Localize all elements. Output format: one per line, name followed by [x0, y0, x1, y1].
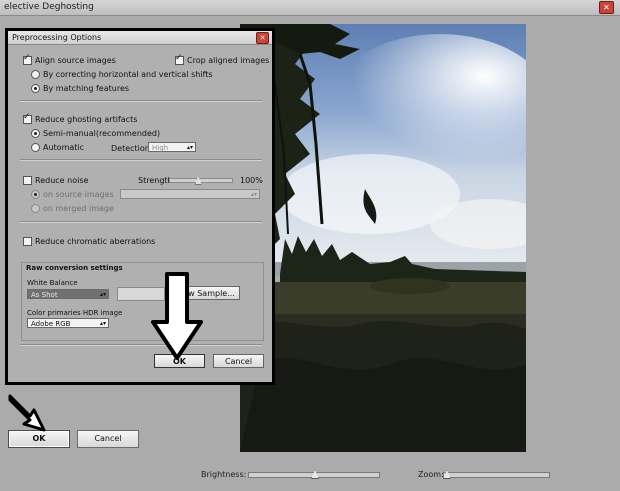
- cancel-button[interactable]: Cancel: [77, 430, 139, 448]
- semi-manual-label: Semi-manual: [43, 129, 96, 138]
- align-features-radio[interactable]: By matching features: [31, 84, 129, 93]
- reduce-noise-checkbox[interactable]: Reduce noise: [23, 176, 88, 185]
- arrow-annotation-icon: [8, 394, 46, 432]
- landscape-photo: [240, 24, 526, 452]
- crop-aligned-checkbox[interactable]: Crop aligned images: [175, 53, 270, 65]
- noise-method-select[interactable]: ▴▾: [120, 189, 260, 199]
- radio-shifts[interactable]: [31, 70, 40, 79]
- automatic-radio[interactable]: Automatic: [31, 143, 84, 152]
- raw-group-title: Raw conversion settings: [26, 264, 123, 272]
- automatic-label: Automatic: [43, 143, 85, 152]
- noise-checkbox-box[interactable]: [23, 176, 32, 185]
- updown-arrow-icon: ▴▾: [250, 191, 257, 198]
- reduce-ghosting-checkbox[interactable]: Reduce ghosting artifacts: [23, 112, 138, 124]
- align-source-checkbox[interactable]: Align source images: [23, 53, 116, 65]
- strength-value: 100%: [240, 176, 263, 185]
- divider: [20, 159, 262, 161]
- radio-features[interactable]: [31, 84, 40, 93]
- strength-slider-thumb[interactable]: [194, 176, 202, 185]
- align-features-label: By matching features: [43, 84, 130, 93]
- semi-manual-radio[interactable]: Semi-manual (recommended): [31, 129, 160, 138]
- detection-select[interactable]: High ▴▾: [148, 142, 196, 152]
- crop-checkbox-box[interactable]: [175, 53, 184, 65]
- radio-automatic[interactable]: [31, 143, 40, 152]
- radio-noise-merged[interactable]: [31, 204, 40, 213]
- divider: [20, 221, 262, 223]
- dialog-cancel-button[interactable]: Cancel: [213, 354, 264, 368]
- crop-label: Crop aligned images: [187, 56, 270, 65]
- noise-merged-label: on merged image: [43, 204, 114, 213]
- radio-noise-source[interactable]: [31, 190, 40, 199]
- align-shifts-radio[interactable]: By correcting horizontal and vertical sh…: [31, 70, 213, 79]
- updown-arrow-icon: ▴▾: [99, 291, 106, 298]
- noise-label: Reduce noise: [35, 176, 89, 185]
- recommended-label: (recommended): [95, 129, 161, 138]
- raw-conversion-group: Raw conversion settings White Balance As…: [21, 262, 264, 341]
- preprocessing-dialog: Preprocessing Options ✕ Align source ima…: [5, 28, 275, 385]
- chromatic-label: Reduce chromatic aberrations: [35, 237, 156, 246]
- zoom-slider[interactable]: [443, 470, 550, 479]
- divider: [20, 344, 262, 346]
- brightness-slider-thumb[interactable]: [311, 470, 319, 479]
- strength-label: Strength: [138, 176, 173, 185]
- divider: [20, 100, 262, 102]
- noise-source-radio[interactable]: on source images: [31, 190, 114, 199]
- strength-slider[interactable]: [169, 176, 233, 185]
- color-primaries-value: Adobe RGB: [31, 320, 71, 328]
- align-checkbox-box[interactable]: [23, 53, 32, 65]
- dialog-title: Preprocessing Options: [12, 33, 102, 42]
- radio-semi-manual[interactable]: [31, 129, 40, 138]
- color-primaries-select[interactable]: Adobe RGB ▴▾: [27, 318, 109, 328]
- dialog-close-icon[interactable]: ✕: [256, 32, 269, 44]
- align-label: Align source images: [35, 56, 116, 65]
- align-shifts-label: By correcting horizontal and vertical sh…: [43, 70, 213, 79]
- color-primaries-label: Color primaries HDR image: [27, 309, 123, 317]
- white-balance-label: White Balance: [27, 279, 78, 287]
- detection-value: High: [152, 144, 169, 152]
- window-titlebar: elective Deghosting ✕: [0, 0, 620, 16]
- zoom-slider-thumb[interactable]: [443, 470, 451, 479]
- white-balance-value: As Shot: [31, 291, 58, 299]
- noise-merged-radio[interactable]: on merged image: [31, 204, 114, 213]
- image-preview[interactable]: [240, 24, 526, 452]
- reduce-chromatic-checkbox[interactable]: Reduce chromatic aberrations: [23, 237, 155, 246]
- updown-arrow-icon: ▴▾: [99, 320, 106, 327]
- updown-arrow-icon: ▴▾: [186, 144, 193, 151]
- dialog-titlebar: Preprocessing Options ✕: [8, 31, 272, 45]
- ghosting-checkbox-box[interactable]: [23, 112, 32, 124]
- zoom-label: Zoom:: [418, 470, 444, 479]
- arrow-annotation-icon: [151, 272, 203, 360]
- noise-source-label: on source images: [43, 190, 114, 199]
- white-balance-select[interactable]: As Shot ▴▾: [27, 289, 109, 299]
- chromatic-checkbox-box[interactable]: [23, 237, 32, 246]
- window-title: elective Deghosting: [4, 2, 94, 12]
- close-icon[interactable]: ✕: [599, 1, 614, 14]
- ghosting-label: Reduce ghosting artifacts: [35, 115, 138, 124]
- brightness-slider[interactable]: [248, 470, 380, 479]
- brightness-label: Brightness:: [201, 470, 247, 479]
- detection-label: Detection:: [111, 144, 153, 153]
